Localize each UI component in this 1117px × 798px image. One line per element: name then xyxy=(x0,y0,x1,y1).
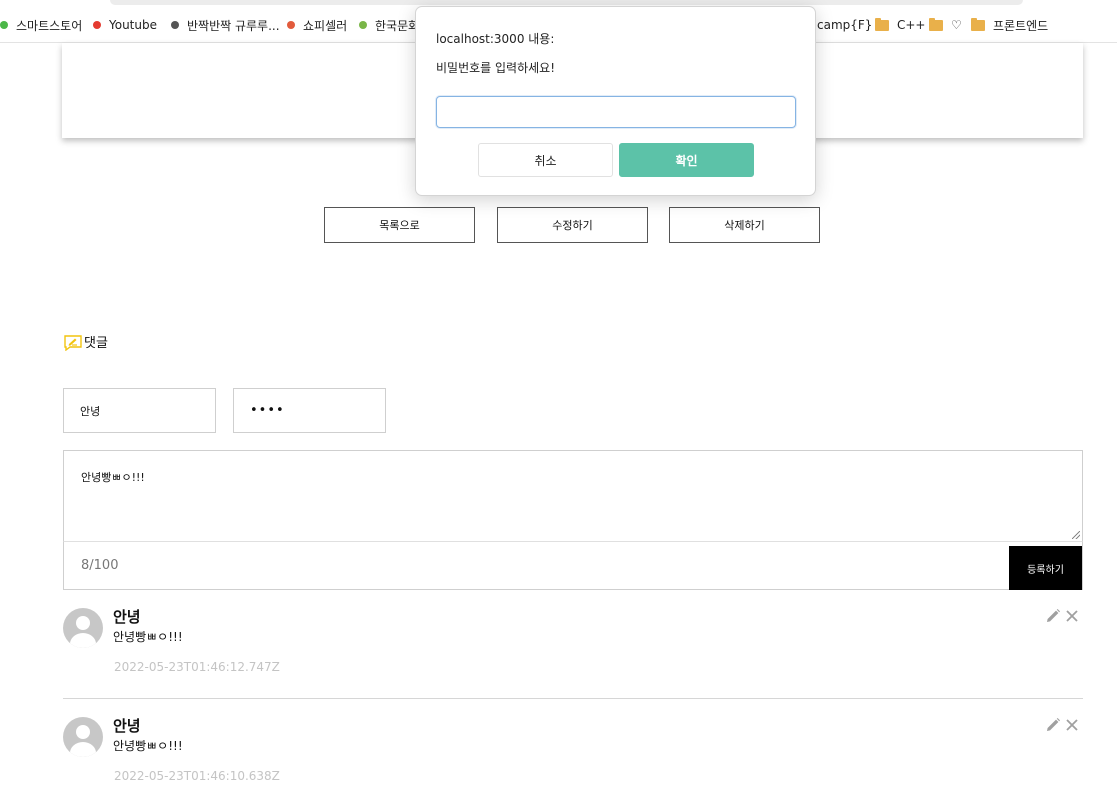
comment-item: 안녕 안녕빵ㅃㅇ!!! 2022-05-23T01:46:10.638Z xyxy=(63,709,1083,798)
resize-handle[interactable] xyxy=(1072,531,1080,539)
folder-icon xyxy=(971,17,985,31)
bookmark-label: 스마트스토어 xyxy=(16,18,83,33)
green-dot-icon xyxy=(359,21,367,29)
red-dot-icon xyxy=(93,21,101,29)
avatar-icon xyxy=(63,608,103,648)
comment-section-title: 댓글 xyxy=(84,336,108,351)
password-input[interactable]: •••• xyxy=(233,388,386,433)
pencil-icon[interactable] xyxy=(1045,717,1061,733)
comment-item: 안녕 안녕빵ㅃㅇ!!! 2022-05-23T01:46:12.747Z xyxy=(63,600,1083,690)
comment-writer: 안녕 xyxy=(113,608,141,626)
comment-section-header: 댓글 xyxy=(64,332,108,351)
avatar-icon xyxy=(63,717,103,757)
bookmark-campf[interactable]: camp{F} xyxy=(817,17,872,33)
comment-date: 2022-05-23T01:46:10.638Z xyxy=(114,769,280,783)
bookmark-sparkle[interactable]: 반짝반짝 규루루... xyxy=(171,17,280,33)
bookmark-label: 반짝반짝 규루루... xyxy=(187,18,280,33)
folder-icon xyxy=(875,17,889,31)
pencil-icon[interactable] xyxy=(1045,608,1061,624)
dialog-ok-button[interactable]: 확인 xyxy=(619,143,754,177)
dialog-cancel-button[interactable]: 취소 xyxy=(478,143,613,177)
comment-content: 안녕빵ㅃㅇ!!! xyxy=(113,630,183,644)
comment-footer-bar: 8/100 등록하기 xyxy=(63,541,1083,590)
comment-date: 2022-05-23T01:46:12.747Z xyxy=(114,660,280,674)
orange-dot-icon xyxy=(287,21,295,29)
bookmark-label: 프론트엔드 xyxy=(993,18,1049,33)
bookmark-heart[interactable]: ♡ xyxy=(929,17,962,33)
bookmark-label: camp{F} xyxy=(817,18,873,32)
comment-textarea[interactable]: 안녕빵ㅃㅇ!!! xyxy=(63,450,1083,542)
comment-textarea-value: 안녕빵ㅃㅇ!!! xyxy=(81,471,145,484)
dialog-title: localhost:3000 내용: xyxy=(436,32,555,46)
list-button[interactable]: 목록으로 xyxy=(324,207,475,243)
delete-button[interactable]: 삭제하기 xyxy=(669,207,820,243)
bookmark-smartstore[interactable]: 스마트스토어 xyxy=(0,17,82,33)
writer-input[interactable]: 안녕 xyxy=(63,388,216,433)
dialog-password-input[interactable] xyxy=(436,96,796,128)
edit-button[interactable]: 수정하기 xyxy=(497,207,648,243)
bookmark-label: ♡ xyxy=(951,18,962,32)
dialog-message: 비밀번호를 입력하세요! xyxy=(436,61,556,75)
close-icon[interactable] xyxy=(1064,608,1080,624)
dark-dot-icon xyxy=(171,21,179,29)
bookmark-label: Youtube xyxy=(109,18,157,32)
bookmark-frontend[interactable]: 프론트엔드 xyxy=(971,17,1048,33)
bookmark-label: 쇼피셀러 xyxy=(303,18,348,33)
bookmark-label: C++ xyxy=(897,18,926,32)
bookmark-label: 한국문화 xyxy=(375,18,420,33)
bookmark-shopee[interactable]: 쇼피셀러 xyxy=(287,17,347,33)
bookmark-korean-culture[interactable]: 한국문화 xyxy=(359,17,419,33)
bookmark-youtube[interactable]: Youtube xyxy=(93,17,157,33)
comment-content: 안녕빵ㅃㅇ!!! xyxy=(113,739,183,753)
comment-pencil-icon xyxy=(64,335,82,351)
password-prompt-dialog: localhost:3000 내용: 비밀번호를 입력하세요! 취소 확인 xyxy=(415,6,816,196)
comment-divider xyxy=(63,698,1083,699)
address-bar-edge xyxy=(110,0,1023,5)
submit-comment-button[interactable]: 등록하기 xyxy=(1009,546,1082,590)
green-dot-icon xyxy=(0,21,8,29)
close-icon[interactable] xyxy=(1064,717,1080,733)
bookmark-cpp[interactable]: C++ xyxy=(875,17,926,33)
comment-writer: 안녕 xyxy=(113,717,141,735)
folder-icon xyxy=(929,17,943,31)
char-counter: 8/100 xyxy=(81,558,119,573)
